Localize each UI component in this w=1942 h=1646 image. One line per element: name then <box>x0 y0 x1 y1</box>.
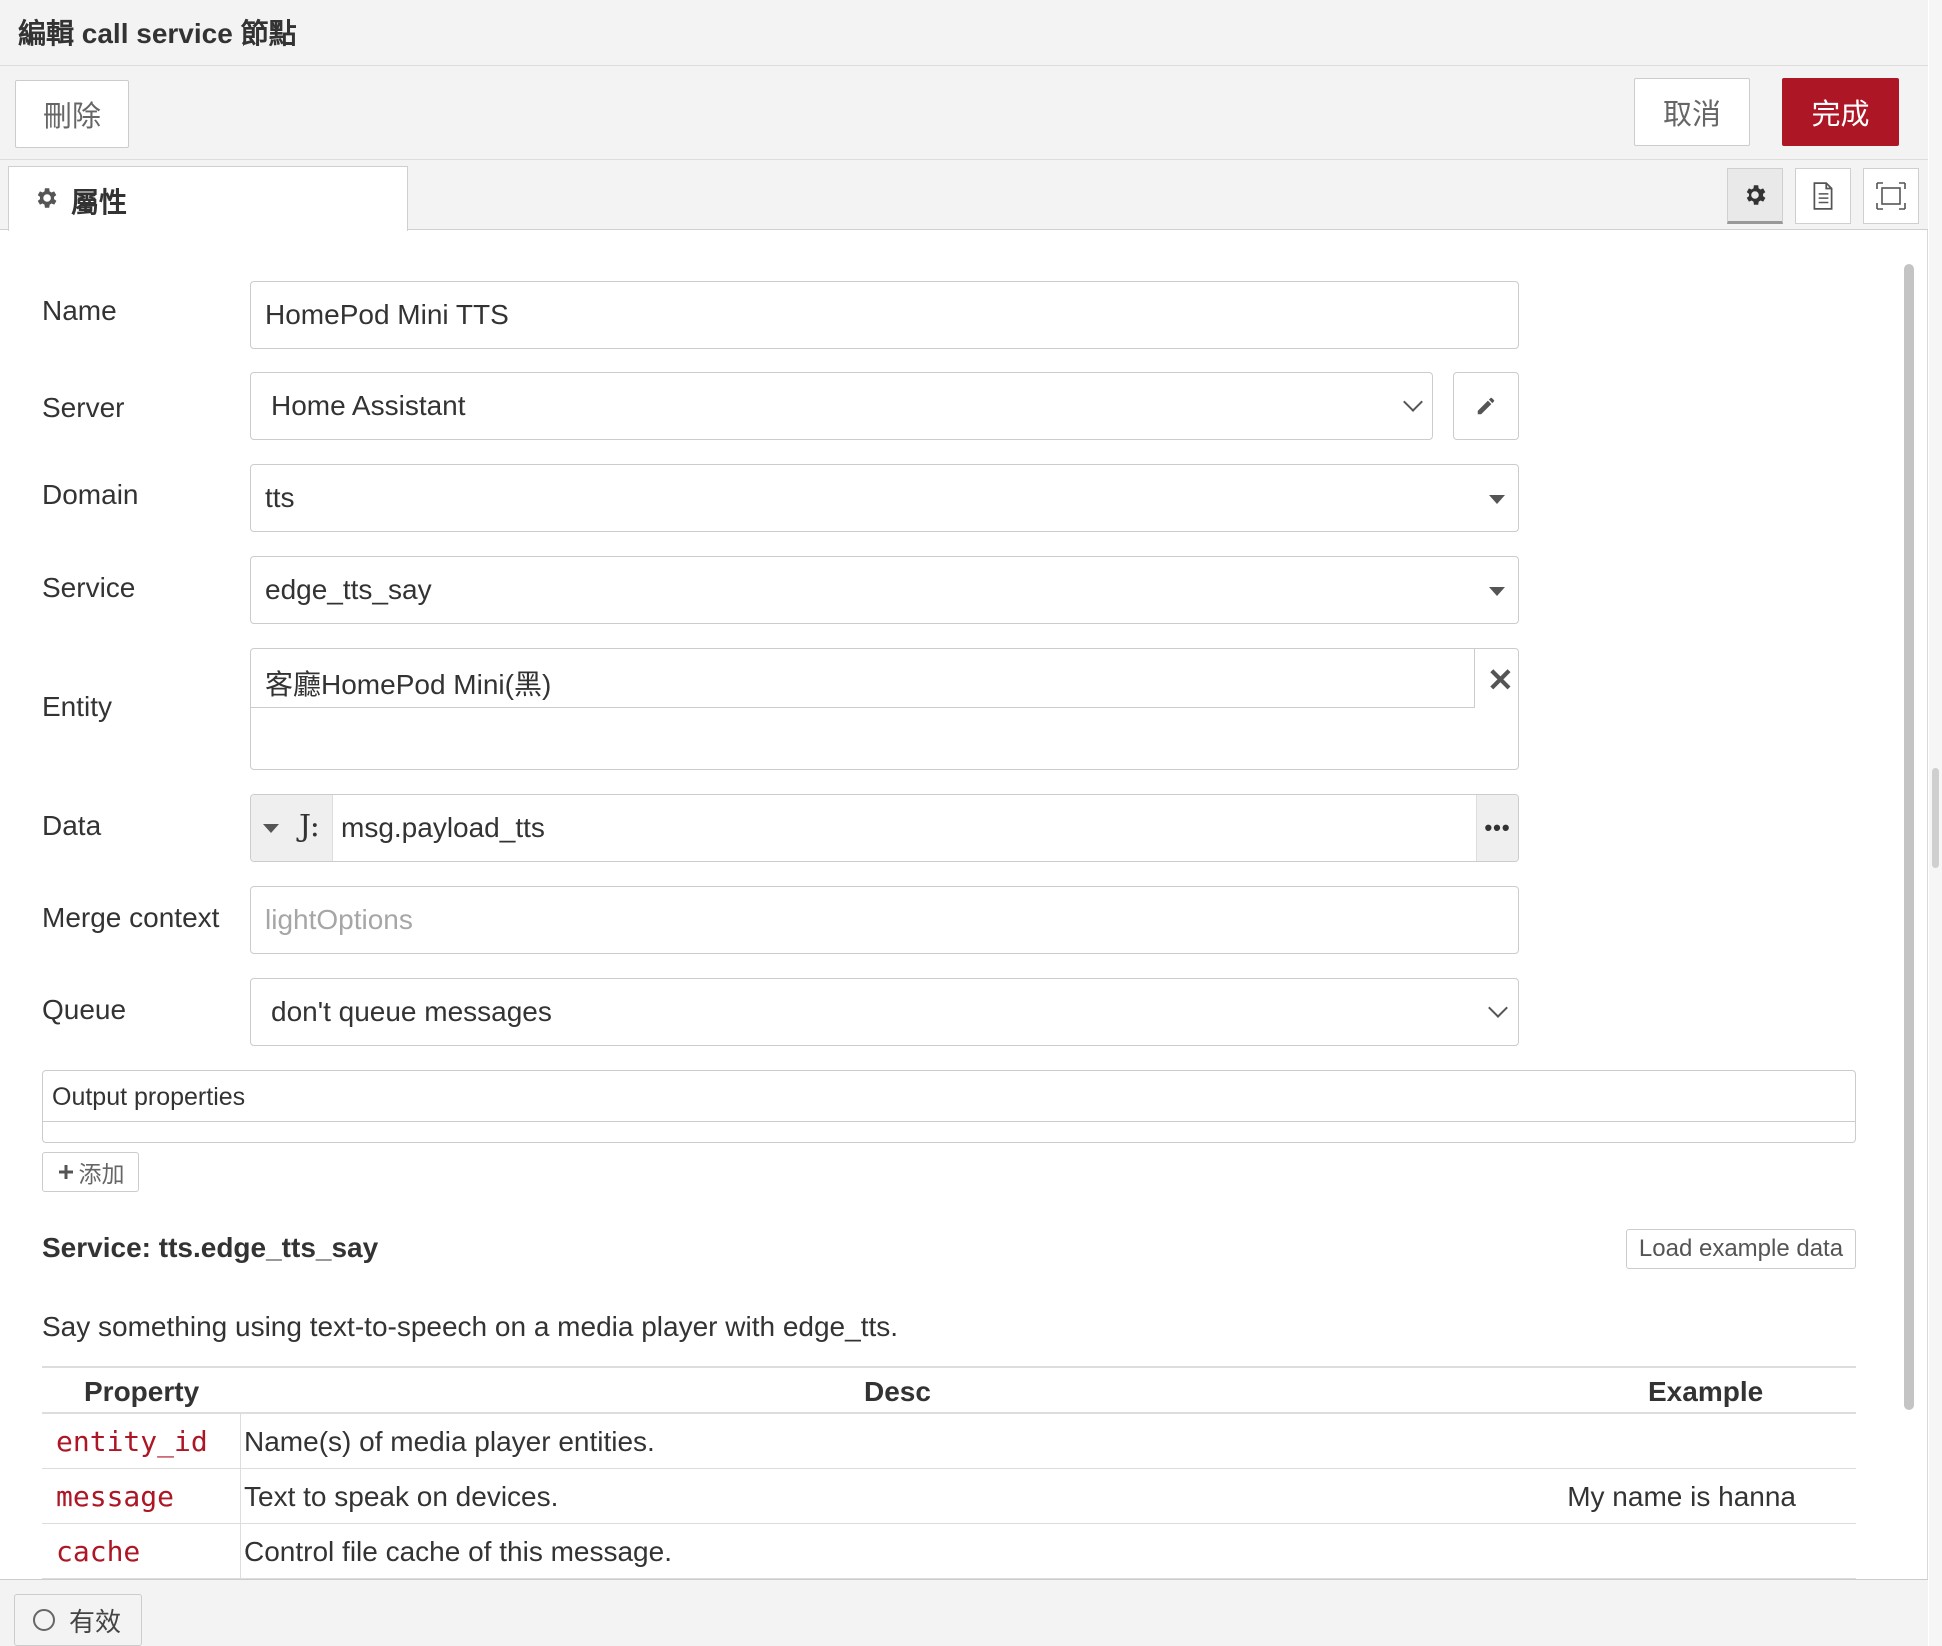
property-name: message <box>56 1480 175 1513</box>
delete-button[interactable]: 刪除 <box>15 80 129 148</box>
server-select[interactable]: Home Assistant <box>250 372 1433 440</box>
data-typed-input[interactable]: J: msg.payload_tts ••• <box>250 794 1519 862</box>
content-scrollbar[interactable] <box>1902 264 1916 1410</box>
caret-down-icon <box>263 824 279 833</box>
caret-down-icon <box>1489 587 1505 596</box>
property-example: My name is hanna <box>1567 1481 1796 1512</box>
output-properties-title: Output properties <box>52 1083 246 1111</box>
tab-properties-label: 屬性 <box>71 186 128 219</box>
window-scrollbar-thumb[interactable] <box>1932 768 1939 868</box>
close-icon[interactable]: ✕ <box>1487 661 1514 699</box>
add-output-property-label: 添加 <box>78 1162 125 1188</box>
window-scrollbar[interactable] <box>1929 0 1942 1646</box>
service-label: Service <box>42 572 136 603</box>
table-row: cache Control file cache of this message… <box>42 1524 1856 1579</box>
property-name: entity_id <box>56 1425 208 1458</box>
entity-tag: 客廳HomePod Mini(黑) <box>251 649 1475 708</box>
dialog-title: 編輯 call service 節點 <box>18 18 297 49</box>
queue-select[interactable]: don't queue messages <box>250 978 1519 1046</box>
property-cell: entity_id <box>42 1414 241 1469</box>
service-select-value: edge_tts_say <box>265 574 432 605</box>
appearance-panel-button[interactable] <box>1863 168 1919 224</box>
dialog-toolbar: 刪除 取消 完成 <box>0 66 1928 160</box>
server-select-value: Home Assistant <box>271 390 466 421</box>
output-properties-header: Output properties <box>43 1071 1855 1122</box>
data-input-value: msg.payload_tts <box>341 812 545 843</box>
name-input-value: HomePod Mini TTS <box>265 299 509 330</box>
cancel-button[interactable]: 取消 <box>1634 78 1750 146</box>
tab-bar: 屬性 <box>0 160 1928 231</box>
service-select[interactable]: edge_tts_say <box>250 556 1519 624</box>
plus-icon <box>58 1165 73 1179</box>
jsonata-type-icon: J: <box>299 809 320 844</box>
header-desc: Desc <box>864 1376 931 1407</box>
data-label: Data <box>42 810 102 841</box>
circle-icon <box>33 1609 55 1631</box>
property-name: cache <box>56 1535 141 1568</box>
edit-node-dialog: 編輯 call service 節點 刪除 取消 完成 屬性 Name Home… <box>0 0 1928 1646</box>
domain-select[interactable]: tts <box>250 464 1519 532</box>
caret-down-icon <box>1489 495 1505 504</box>
chevron-down-icon <box>1488 998 1508 1018</box>
dialog-footer: 有效 <box>0 1579 1928 1646</box>
chevron-down-icon <box>1403 392 1423 412</box>
merge-context-input[interactable]: lightOptions <box>250 886 1519 954</box>
property-desc: Text to speak on devices. <box>244 1481 559 1512</box>
queue-label: Queue <box>42 994 127 1025</box>
header-example: Example <box>1648 1376 1764 1407</box>
frame-icon <box>1876 182 1906 210</box>
dialog-titlebar: 編輯 call service 節點 <box>0 0 1928 66</box>
entity-label: Entity <box>42 691 113 722</box>
table-row: entity_id Name(s) of media player entiti… <box>42 1414 1856 1469</box>
property-desc: Name(s) of media player entities. <box>244 1426 655 1457</box>
output-properties-list: Output properties <box>42 1070 1856 1143</box>
property-cell: cache <box>42 1524 241 1579</box>
enabled-toggle-label: 有效 <box>69 1607 122 1638</box>
server-label: Server <box>42 392 125 423</box>
gear-icon <box>37 188 57 208</box>
data-type-selector[interactable]: J: <box>251 795 333 861</box>
domain-select-value: tts <box>265 482 295 513</box>
tab-properties[interactable]: 屬性 <box>8 166 408 231</box>
header-property: Property <box>84 1376 200 1407</box>
table-row: message Text to speak on devices. My nam… <box>42 1469 1856 1524</box>
properties-panel-button[interactable] <box>1727 168 1783 224</box>
entity-tag-label: 客廳HomePod Mini(黑) <box>265 669 552 700</box>
merge-context-placeholder: lightOptions <box>265 904 413 935</box>
gear-icon <box>1746 185 1766 205</box>
content-scrollbar-thumb[interactable] <box>1904 264 1914 1410</box>
edit-server-button[interactable] <box>1453 372 1519 440</box>
queue-select-value: don't queue messages <box>271 996 552 1027</box>
table-header: Property Desc Example <box>42 1366 1856 1414</box>
name-input[interactable]: HomePod Mini TTS <box>250 281 1519 349</box>
description-panel-button[interactable] <box>1795 168 1851 224</box>
entity-selector[interactable]: 客廳HomePod Mini(黑) ✕ <box>250 648 1519 770</box>
service-info-title: Service: tts.edge_tts_say <box>42 1232 379 1263</box>
add-output-property-button[interactable]: 添加 <box>42 1152 139 1192</box>
done-button[interactable]: 完成 <box>1782 78 1899 146</box>
load-example-data-button[interactable]: Load example data <box>1626 1229 1856 1269</box>
service-description: Say something using text-to-speech on a … <box>42 1311 899 1342</box>
property-desc: Control file cache of this message. <box>244 1536 672 1567</box>
document-icon <box>1813 182 1833 210</box>
merge-context-label: Merge context <box>42 902 220 933</box>
pencil-icon <box>1477 397 1495 415</box>
name-label: Name <box>42 295 117 326</box>
domain-label: Domain <box>42 479 139 510</box>
enabled-toggle[interactable]: 有效 <box>14 1594 142 1646</box>
expand-editor-button[interactable]: ••• <box>1476 795 1518 861</box>
property-cell: message <box>42 1469 241 1524</box>
